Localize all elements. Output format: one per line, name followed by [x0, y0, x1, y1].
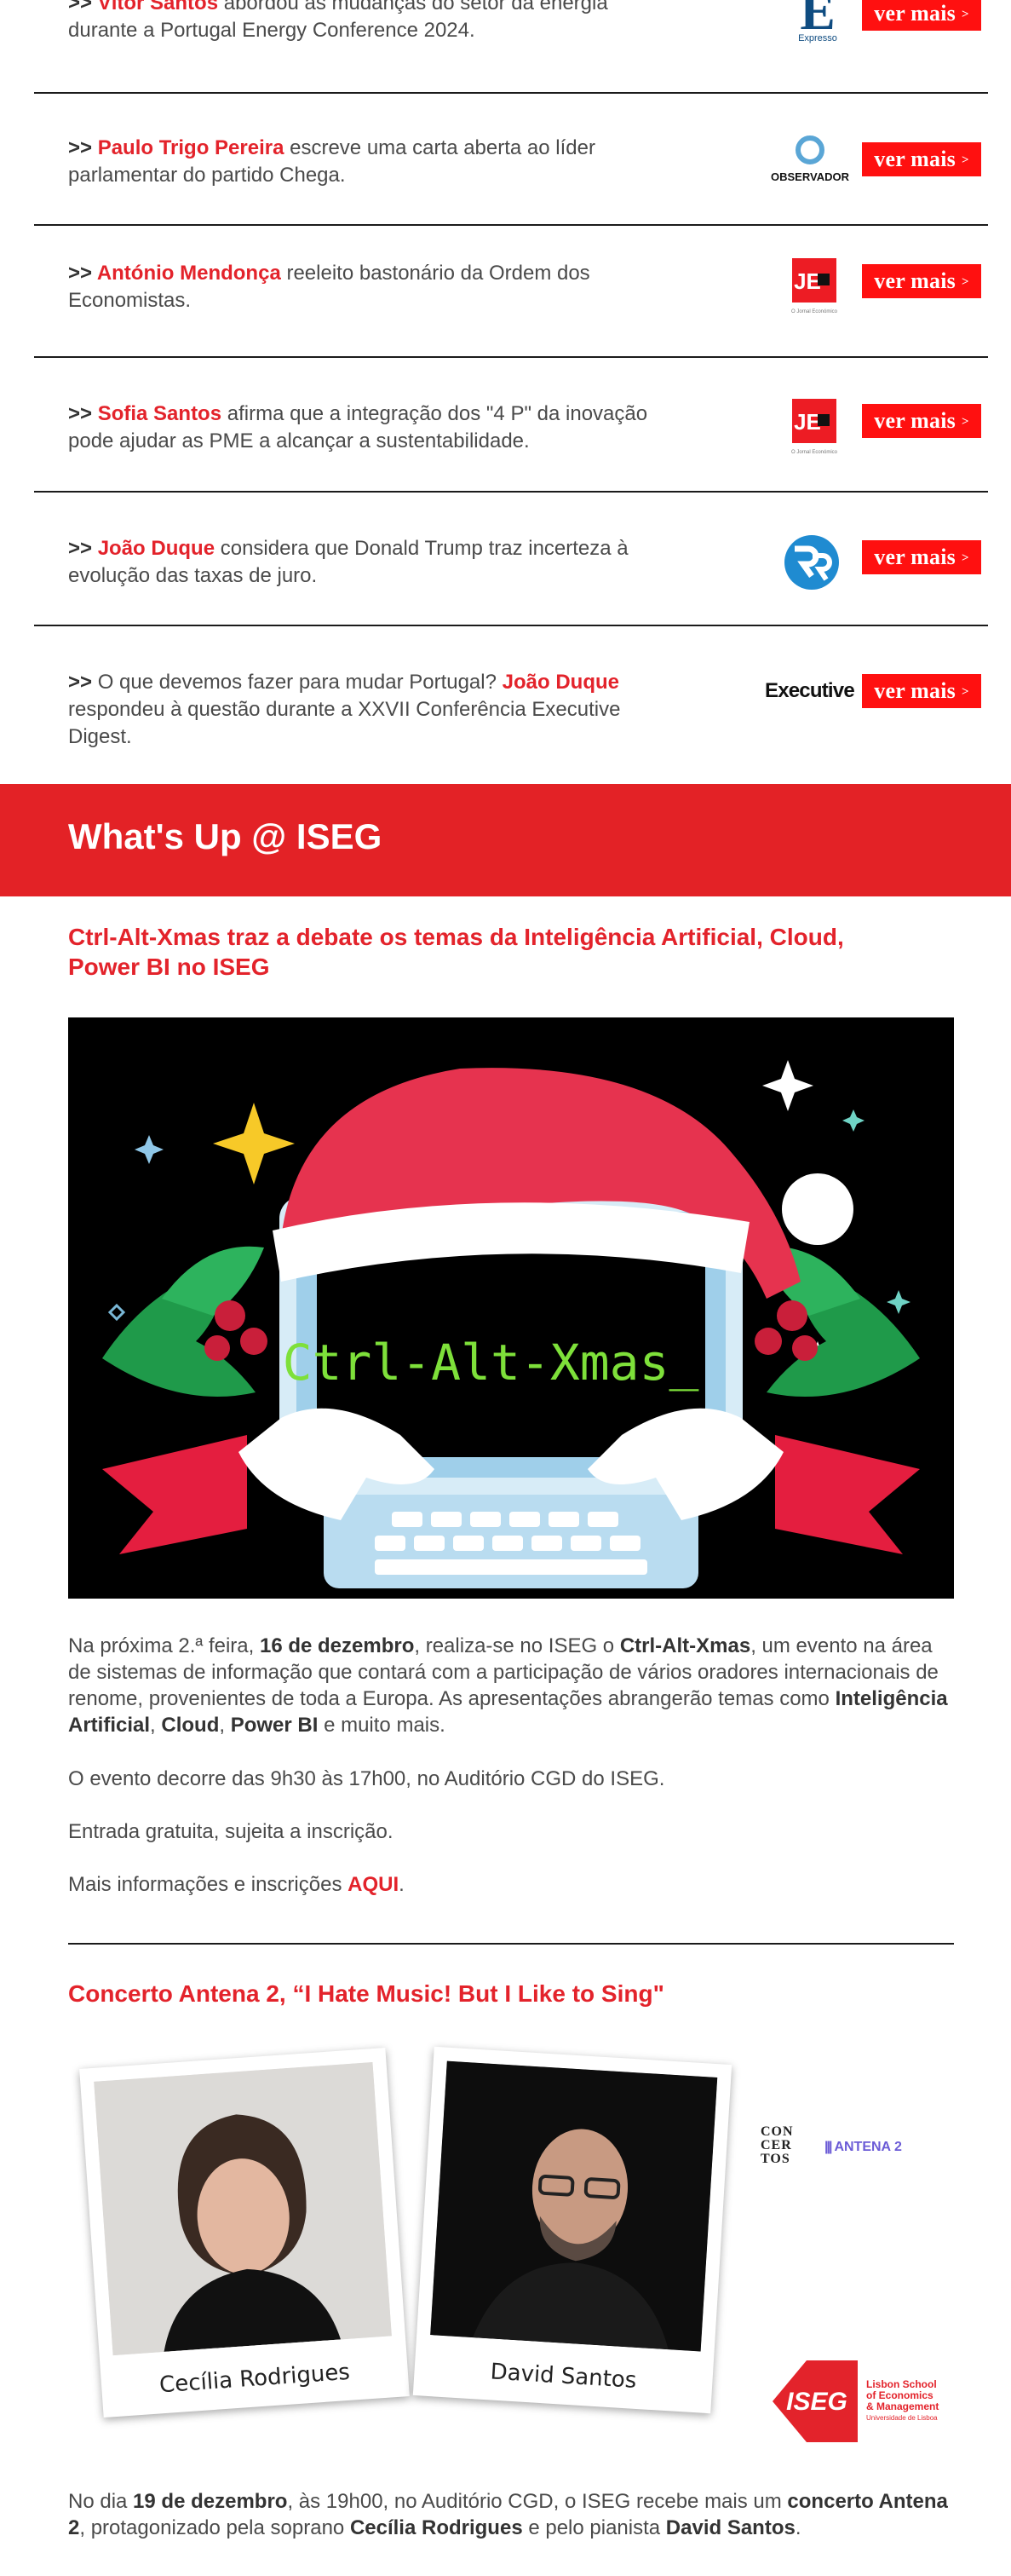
news-item: >> João Duque considera que Donald Trump…: [34, 493, 988, 626]
ver-mais-button[interactable]: ver mais >: [862, 404, 981, 438]
aqui-link[interactable]: AQUI: [348, 1873, 399, 1896]
photo-david-santos: David Santos: [412, 2046, 732, 2414]
svg-text:JE: JE: [794, 409, 821, 435]
article-paragraph: Entrada gratuita, sujeita a inscrição.: [68, 1820, 393, 1843]
screen-text: Ctrl-Alt-Xmas_: [283, 1334, 699, 1392]
news-body: respondeu à questão durante a XXVII Conf…: [68, 698, 621, 748]
svg-text:O Jornal Económico: O Jornal Económico: [791, 450, 838, 455]
article-title[interactable]: Concerto Antena 2, “I Hate Music! But I …: [68, 1979, 920, 2008]
news-item-last: >> O que devemos fazer para mudar Portug…: [34, 626, 988, 784]
chevron-right-icon: >: [961, 8, 969, 21]
photo-caption: David Santos: [489, 2359, 638, 2394]
jornal-economico-logo: JE O Jornal Económico: [784, 256, 843, 316]
sound-wave-icon: |||: [824, 2140, 833, 2154]
chevron-right-icon: >: [961, 153, 969, 167]
article-title[interactable]: Ctrl-Alt-Xmas traz a debate os temas da …: [68, 922, 920, 982]
ver-mais-button[interactable]: ver mais >: [862, 142, 981, 176]
chevron-right-icon: >: [961, 551, 969, 565]
portrait: [430, 2060, 718, 2352]
news-text: >> Vítor Santos abordou as mudanças do s…: [68, 0, 681, 44]
news-person[interactable]: João Duque: [503, 671, 619, 694]
news-text: >> O que devemos fazer para mudar Portug…: [68, 669, 681, 751]
news-arrow: >>: [68, 136, 98, 159]
news-item: >> Paulo Trigo Pereira escreve uma carta…: [34, 94, 988, 226]
news-text: >> Sofia Santos afirma que a integração …: [68, 401, 681, 455]
svg-text:O Jornal Económico: O Jornal Económico: [791, 309, 838, 314]
ver-mais-button[interactable]: ver mais >: [862, 674, 981, 708]
news-arrow: >>: [68, 671, 98, 694]
photo-caption: Cecília Rodrigues: [158, 2359, 351, 2399]
concertos-logo: CON CER TOS: [761, 2124, 794, 2166]
news-text: >> Paulo Trigo Pereira escreve uma carta…: [68, 135, 681, 189]
svg-text:Executive: Executive: [765, 679, 854, 702]
article-paragraph: Na próxima 2.ª feira, 16 de dezembro, re…: [68, 1634, 948, 1737]
ver-mais-button[interactable]: ver mais >: [862, 264, 981, 298]
news-person[interactable]: Vítor Santos: [98, 0, 218, 14]
ver-mais-button[interactable]: ver mais >: [862, 0, 981, 31]
executive-logo: Executive: [763, 674, 862, 708]
rr-logo: [773, 530, 850, 595]
chevron-right-icon: >: [961, 415, 969, 429]
news-person[interactable]: Sofia Santos: [98, 402, 221, 425]
portrait: [94, 2062, 392, 2356]
news-text: >> António Mendonça reeleito bastonário …: [68, 260, 681, 314]
expresso-logo: E Expresso: [784, 0, 852, 55]
ctrl-alt-xmas-image: Ctrl-Alt-Xmas_: [68, 1017, 954, 1599]
svg-text:ISEG: ISEG: [786, 2388, 847, 2416]
jornal-economico-logo: JE O Jornal Económico: [784, 397, 843, 457]
news-arrow: >>: [68, 0, 98, 14]
news-text: >> João Duque considera que Donald Trump…: [68, 535, 681, 590]
svg-text:Expresso: Expresso: [798, 33, 837, 43]
news-list: >> Vítor Santos abordou as mudanças do s…: [34, 0, 988, 784]
observador-logo: OBSERVADOR: [763, 133, 857, 187]
article-paragraph: Mais informações e inscrições AQUI.: [68, 1873, 405, 1896]
antena2-logo: ||| ANTENA 2: [824, 2140, 902, 2154]
news-body-lead: O que devemos fazer para mudar Portugal?: [97, 671, 503, 694]
news-arrow: >>: [68, 262, 97, 285]
news-arrow: >>: [68, 402, 98, 425]
divider: [68, 1943, 954, 1945]
svg-text:JE: JE: [794, 268, 821, 294]
news-arrow: >>: [68, 537, 98, 560]
chevron-right-icon: >: [961, 685, 969, 699]
article-paragraph: No dia 19 de dezembro, às 19h00, no Audi…: [68, 2490, 948, 2539]
news-person[interactable]: António Mendonça: [97, 262, 281, 285]
news-person[interactable]: João Duque: [98, 537, 215, 560]
news-item: >> Vítor Santos abordou as mudanças do s…: [34, 0, 988, 94]
photo-cecilia-rodrigues: Cecília Rodrigues: [79, 2047, 410, 2418]
iseg-logo: ISEG Lisbon School of Economics & Manage…: [773, 2360, 948, 2442]
section-header: What's Up @ ISEG: [0, 784, 1011, 896]
ver-mais-button[interactable]: ver mais >: [862, 540, 981, 574]
news-item: >> António Mendonça reeleito bastonário …: [34, 226, 988, 358]
news-person[interactable]: Paulo Trigo Pereira: [98, 136, 284, 159]
svg-text:OBSERVADOR: OBSERVADOR: [771, 170, 850, 183]
article-paragraph: O evento decorre das 9h30 às 17h00, no A…: [68, 1767, 665, 1790]
section-title: What's Up @ ISEG: [68, 816, 382, 856]
chevron-right-icon: >: [961, 275, 969, 289]
news-item: >> Sofia Santos afirma que a integração …: [34, 358, 988, 493]
